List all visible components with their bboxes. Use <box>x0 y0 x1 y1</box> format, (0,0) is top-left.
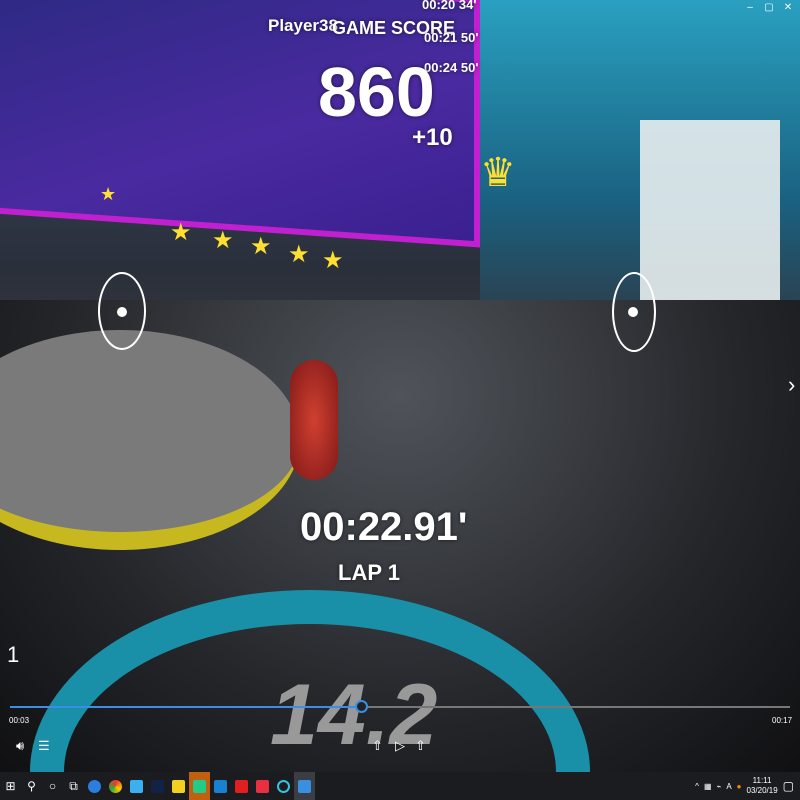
network-icon[interactable]: ⌁ <box>717 782 722 791</box>
next-arrow-button[interactable]: › <box>788 372 795 398</box>
duration-time: 00:17 <box>772 716 793 725</box>
start-icon[interactable]: ⊞ <box>0 772 21 800</box>
task-view-icon[interactable]: ⧉ <box>63 772 84 800</box>
lap-counter: LAP 1 <box>338 560 400 585</box>
clock-date: 03/20/19 <box>746 786 778 795</box>
minimize-button[interactable]: – <box>742 2 758 13</box>
playlist-icon[interactable]: ☰ <box>38 738 50 754</box>
tray-app-icon[interactable]: ▦ <box>704 782 712 791</box>
speed-readout: 14.2 <box>270 667 438 763</box>
guide-dot <box>628 307 638 317</box>
score-bonus: +10 <box>412 124 453 151</box>
lap-timer: 00:22.91' <box>300 505 468 549</box>
taskbar: ⊞ ⚲ ○ ⧉ ^ ▦ ⌁ A ● 11:11 03/20/19 ▢ <box>0 772 800 800</box>
app-icon[interactable] <box>210 772 231 800</box>
sticky-notes-icon[interactable] <box>168 772 189 800</box>
next-icon[interactable]: ⇧ <box>415 738 426 754</box>
clock-time: 11:11 <box>752 776 772 785</box>
app-icon[interactable] <box>126 772 147 800</box>
seek-bar[interactable] <box>10 706 790 708</box>
video-player-icon[interactable] <box>294 772 315 800</box>
video-frame: Player38 GAME SCORE 00:20 34' 00:21 50' … <box>0 0 800 772</box>
app-icon[interactable] <box>273 772 294 800</box>
leaderboard-time: 00:20 34' <box>422 0 477 12</box>
game-score: 860 <box>318 53 435 131</box>
notifications-icon[interactable]: ▢ <box>783 779 794 793</box>
app-icon[interactable] <box>252 772 273 800</box>
system-tray: ^ ▦ ⌁ A ● 11:11 03/20/19 ▢ <box>695 776 800 796</box>
page-number: 1 <box>7 642 20 667</box>
app-icon[interactable] <box>84 772 105 800</box>
seek-bar-fill <box>10 706 361 708</box>
guide-dot <box>117 307 127 317</box>
star-icon: ★ <box>100 184 117 204</box>
leaderboard-time: 00:21 50' <box>424 30 479 45</box>
app-icon[interactable] <box>231 772 252 800</box>
cortana-icon[interactable]: ○ <box>42 772 63 800</box>
star-icon: ★ <box>322 247 344 274</box>
spinning-top-character <box>290 360 338 480</box>
elapsed-time: 00:03 <box>9 716 30 725</box>
clock[interactable]: 11:11 03/20/19 <box>747 776 778 796</box>
search-icon[interactable]: ⚲ <box>21 772 42 800</box>
star-icon: ★ <box>170 219 192 246</box>
chrome-icon[interactable] <box>105 772 126 800</box>
previous-icon[interactable]: ⇧ <box>372 738 383 754</box>
restore-button[interactable]: ▢ <box>761 2 777 13</box>
play-icon[interactable]: ▷ <box>395 738 405 754</box>
player-name: Player38 <box>268 16 338 35</box>
crown-icon: ♛ <box>480 151 516 195</box>
language-icon[interactable]: A <box>726 782 731 791</box>
close-button[interactable]: ✕ <box>780 2 796 13</box>
volume-icon[interactable]: 🔊︎ <box>16 738 24 754</box>
tray-app-icon[interactable]: ● <box>737 782 742 791</box>
app-icon[interactable] <box>147 772 168 800</box>
seek-thumb[interactable] <box>355 700 368 713</box>
star-icon: ★ <box>212 227 234 254</box>
star-icon: ★ <box>250 233 272 260</box>
tray-chevron-icon[interactable]: ^ <box>695 782 699 791</box>
star-icon: ★ <box>288 241 310 268</box>
app-icon-active[interactable] <box>189 772 210 800</box>
